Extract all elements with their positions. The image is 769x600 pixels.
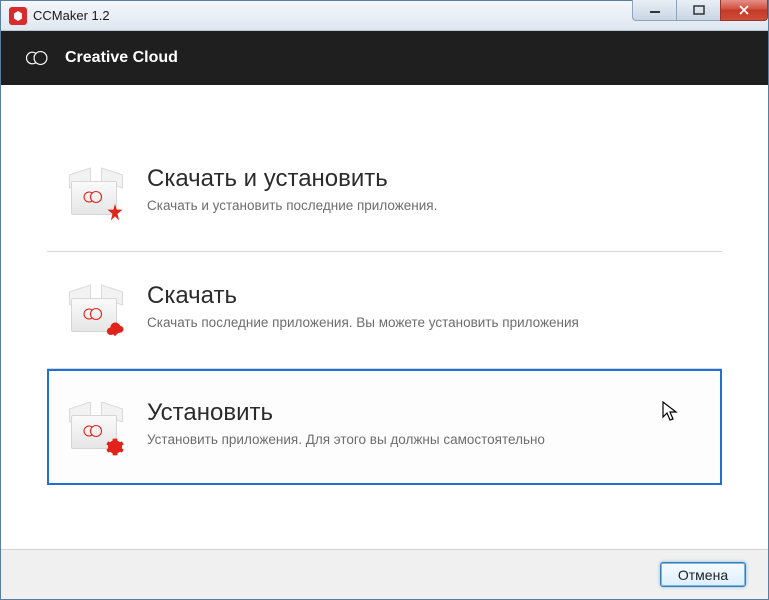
footer: Отмена (1, 549, 768, 599)
option-description: Скачать и установить последние приложени… (147, 197, 700, 216)
app-window: CCMaker 1.2 Creative Cloud (0, 0, 769, 600)
option-title: Скачать (147, 282, 700, 310)
header-title: Creative Cloud (65, 49, 178, 67)
package-download-install-icon (69, 167, 123, 221)
minimize-button[interactable] (632, 0, 677, 21)
package-install-icon (69, 401, 123, 455)
option-install[interactable]: Установить Установить приложения. Для эт… (47, 369, 722, 485)
option-description: Установить приложения. Для этого вы долж… (147, 431, 700, 450)
app-icon (9, 7, 27, 25)
close-button[interactable] (720, 0, 768, 21)
option-title: Скачать и установить (147, 165, 700, 193)
option-title: Установить (147, 399, 700, 427)
package-download-icon (69, 284, 123, 338)
option-download-install[interactable]: Скачать и установить Скачать и установит… (47, 135, 722, 251)
titlebar[interactable]: CCMaker 1.2 (1, 1, 768, 31)
window-title: CCMaker 1.2 (33, 8, 110, 23)
cancel-button[interactable]: Отмена (660, 562, 746, 587)
option-download[interactable]: Скачать Скачать последние приложения. Вы… (47, 252, 722, 368)
window-controls (633, 0, 768, 21)
content-area: Скачать и установить Скачать и установит… (1, 85, 768, 549)
app-header: Creative Cloud (1, 31, 768, 85)
option-description: Скачать последние приложения. Вы можете … (147, 314, 700, 333)
maximize-button[interactable] (676, 0, 721, 21)
creative-cloud-logo-icon (23, 44, 51, 72)
